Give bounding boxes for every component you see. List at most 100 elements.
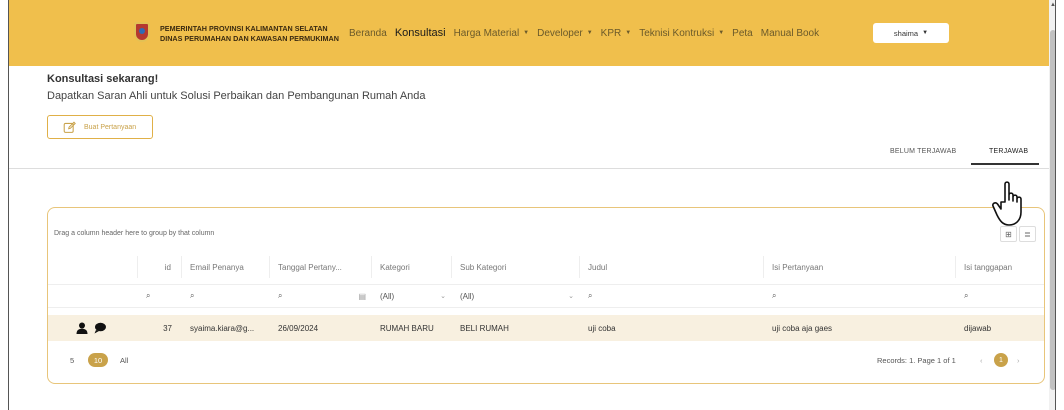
questions-data-grid: Drag a column header here to group by th… — [47, 207, 1045, 384]
column-header-category[interactable]: Kategori — [372, 256, 452, 278]
navbar: PEMERINTAH PROVINSI KALIMANTAN SELATAN D… — [9, 0, 1049, 66]
grid-toolbar: ⊞ ≣ — [1000, 226, 1036, 244]
column-header-question[interactable]: Isi Pertanyaan — [764, 256, 956, 278]
cell-title: uji coba — [588, 323, 616, 333]
filter-response[interactable]: ⌕ — [956, 285, 1044, 307]
tab-belum-terjawab[interactable]: BELUM TERJAWAB — [890, 148, 956, 155]
create-question-label: Buat Pertanyaan — [84, 123, 137, 131]
filter-subcategory-value: (All) — [460, 291, 475, 301]
browser-viewport: PEMERINTAH PROVINSI KALIMANTAN SELATAN D… — [8, 0, 1056, 410]
menu-label: Teknisi Kontruksi — [639, 27, 715, 39]
user-icon[interactable] — [76, 322, 88, 334]
column-header-actions[interactable] — [48, 256, 138, 278]
next-page-icon[interactable]: › — [1017, 353, 1020, 367]
menu-developer[interactable]: Developer ▼ — [537, 27, 593, 39]
chat-bubble-icon[interactable] — [94, 322, 106, 334]
page-size-5[interactable]: 5 — [70, 353, 74, 367]
filter-subcategory-select[interactable]: (All) ⌄ — [452, 285, 580, 307]
main-menu: Beranda Konsultasi Harga Material ▼ Devel… — [349, 27, 827, 39]
grid-header-row: id Email Penanya Tanggal Pertany... Kate… — [48, 256, 1044, 278]
page-size-all[interactable]: All — [120, 353, 128, 367]
page-size-10[interactable]: 10 — [88, 353, 108, 367]
vertical-scrollbar[interactable]: ▲ — [1049, 0, 1055, 410]
tab-terjawab[interactable]: TERJAWAB — [989, 148, 1028, 155]
menu-peta[interactable]: Peta — [732, 27, 753, 39]
menu-manual-book[interactable]: Manual Book — [761, 27, 819, 39]
username: shaima — [893, 28, 919, 38]
row-actions — [48, 315, 138, 341]
column-header-email[interactable]: Email Penanya — [182, 256, 270, 278]
column-header-title[interactable]: Judul — [580, 256, 764, 278]
filter-cell-empty — [48, 285, 138, 307]
search-icon: ⌕ — [588, 291, 593, 300]
scrollbar-thumb[interactable] — [1050, 30, 1055, 390]
cell-id: 37 — [163, 323, 172, 333]
menu-label: Konsultasi — [394, 27, 446, 39]
search-icon: ⌕ — [772, 291, 777, 300]
chevron-down-icon: ▼ — [523, 30, 530, 36]
table-row[interactable]: 37 syaima.kiara@g... 26/09/2024 RUMAH BA… — [48, 315, 1044, 341]
hand-pointer-cursor-icon — [992, 181, 1022, 226]
organization-name[interactable]: PEMERINTAH PROVINSI KALIMANTAN SELATAN D… — [160, 24, 339, 44]
cell-category: RUMAH BARU — [380, 323, 434, 333]
active-tab-indicator — [971, 163, 1039, 165]
search-icon: ⌕ — [190, 291, 195, 300]
search-icon: ⌕ — [964, 291, 969, 300]
export-icon[interactable]: ⊞ — [1000, 226, 1017, 242]
cell-response: dijawab — [964, 323, 992, 333]
column-header-id[interactable]: id — [138, 256, 182, 278]
menu-label: KPR — [600, 27, 622, 39]
menu-label: Beranda — [349, 27, 387, 39]
page-title: Konsultasi sekarang! — [47, 73, 159, 85]
filter-title[interactable]: ⌕ — [580, 285, 764, 307]
page-button-1[interactable]: 1 — [994, 353, 1008, 367]
menu-beranda[interactable]: Beranda — [349, 27, 387, 39]
chevron-down-icon: ▼ — [718, 30, 725, 36]
filter-category-select[interactable]: (All) ⌄ — [372, 285, 452, 307]
user-menu-button[interactable]: shaima ▼ — [873, 23, 949, 43]
column-chooser-icon[interactable]: ≣ — [1019, 226, 1036, 242]
chevron-down-icon: ▼ — [586, 30, 593, 36]
menu-kpr[interactable]: KPR ▼ — [601, 27, 632, 39]
filter-id[interactable]: ⌕ — [138, 285, 182, 307]
grid-filter-row: ⌕ ⌕ ⌕ ▤ (All) ⌄ (All) ⌄ ⌕ ⌕ ⌕ — [48, 284, 1044, 308]
prev-page-icon[interactable]: ‹ — [980, 353, 983, 367]
chevron-down-icon: ⌄ — [568, 293, 574, 300]
edit-icon — [63, 121, 76, 133]
menu-label: Manual Book — [760, 27, 820, 39]
grid-pager: 5 10 All Records: 1. Page 1 of 1 ‹ 1 › — [48, 348, 1044, 372]
chevron-down-icon: ⌄ — [440, 293, 446, 300]
group-panel-hint[interactable]: Drag a column header here to group by th… — [54, 230, 214, 237]
menu-teknisi-kontruksi[interactable]: Teknisi Kontruksi ▼ — [639, 27, 724, 39]
tabs-divider — [9, 168, 1049, 169]
column-header-response[interactable]: Isi tanggapan — [956, 256, 1044, 278]
filter-date[interactable]: ⌕ ▤ — [270, 285, 372, 307]
calendar-icon[interactable]: ▤ — [358, 292, 366, 301]
search-icon: ⌕ — [146, 291, 151, 300]
cell-email: syaima.kiara@g... — [190, 323, 255, 333]
menu-konsultasi[interactable]: Konsultasi — [395, 27, 446, 39]
chevron-down-icon: ▼ — [625, 30, 632, 36]
menu-label: Harga Material — [453, 27, 520, 39]
menu-label: Developer — [537, 27, 583, 39]
column-header-date[interactable]: Tanggal Pertany... — [270, 256, 372, 278]
org-line-1: PEMERINTAH PROVINSI KALIMANTAN SELATAN — [160, 24, 328, 33]
filter-email[interactable]: ⌕ — [182, 285, 270, 307]
menu-harga-material[interactable]: Harga Material ▼ — [454, 27, 530, 39]
cell-date: 26/09/2024 — [278, 323, 319, 333]
create-question-button[interactable]: Buat Pertanyaan — [47, 115, 153, 139]
chevron-down-icon: ▼ — [922, 30, 929, 36]
search-icon: ⌕ — [278, 291, 283, 300]
records-info: Records: 1. Page 1 of 1 — [877, 356, 956, 365]
scroll-up-icon[interactable]: ▲ — [1050, 2, 1055, 8]
org-line-2: DINAS PERUMAHAN DAN KAWASAN PERMUKIMAN — [160, 34, 339, 43]
province-logo-icon[interactable] — [134, 22, 150, 42]
filter-category-value: (All) — [380, 291, 395, 301]
cell-question: uji coba aja gaes — [772, 323, 833, 333]
filter-question[interactable]: ⌕ — [764, 285, 956, 307]
menu-label: Peta — [732, 27, 753, 39]
column-header-subcategory[interactable]: Sub Kategori — [452, 256, 580, 278]
cell-subcategory: BELI RUMAH — [460, 323, 509, 333]
page-subtitle: Dapatkan Saran Ahli untuk Solusi Perbaik… — [47, 90, 426, 102]
answer-status-tabs: BELUM TERJAWAB TERJAWAB — [869, 140, 1039, 166]
